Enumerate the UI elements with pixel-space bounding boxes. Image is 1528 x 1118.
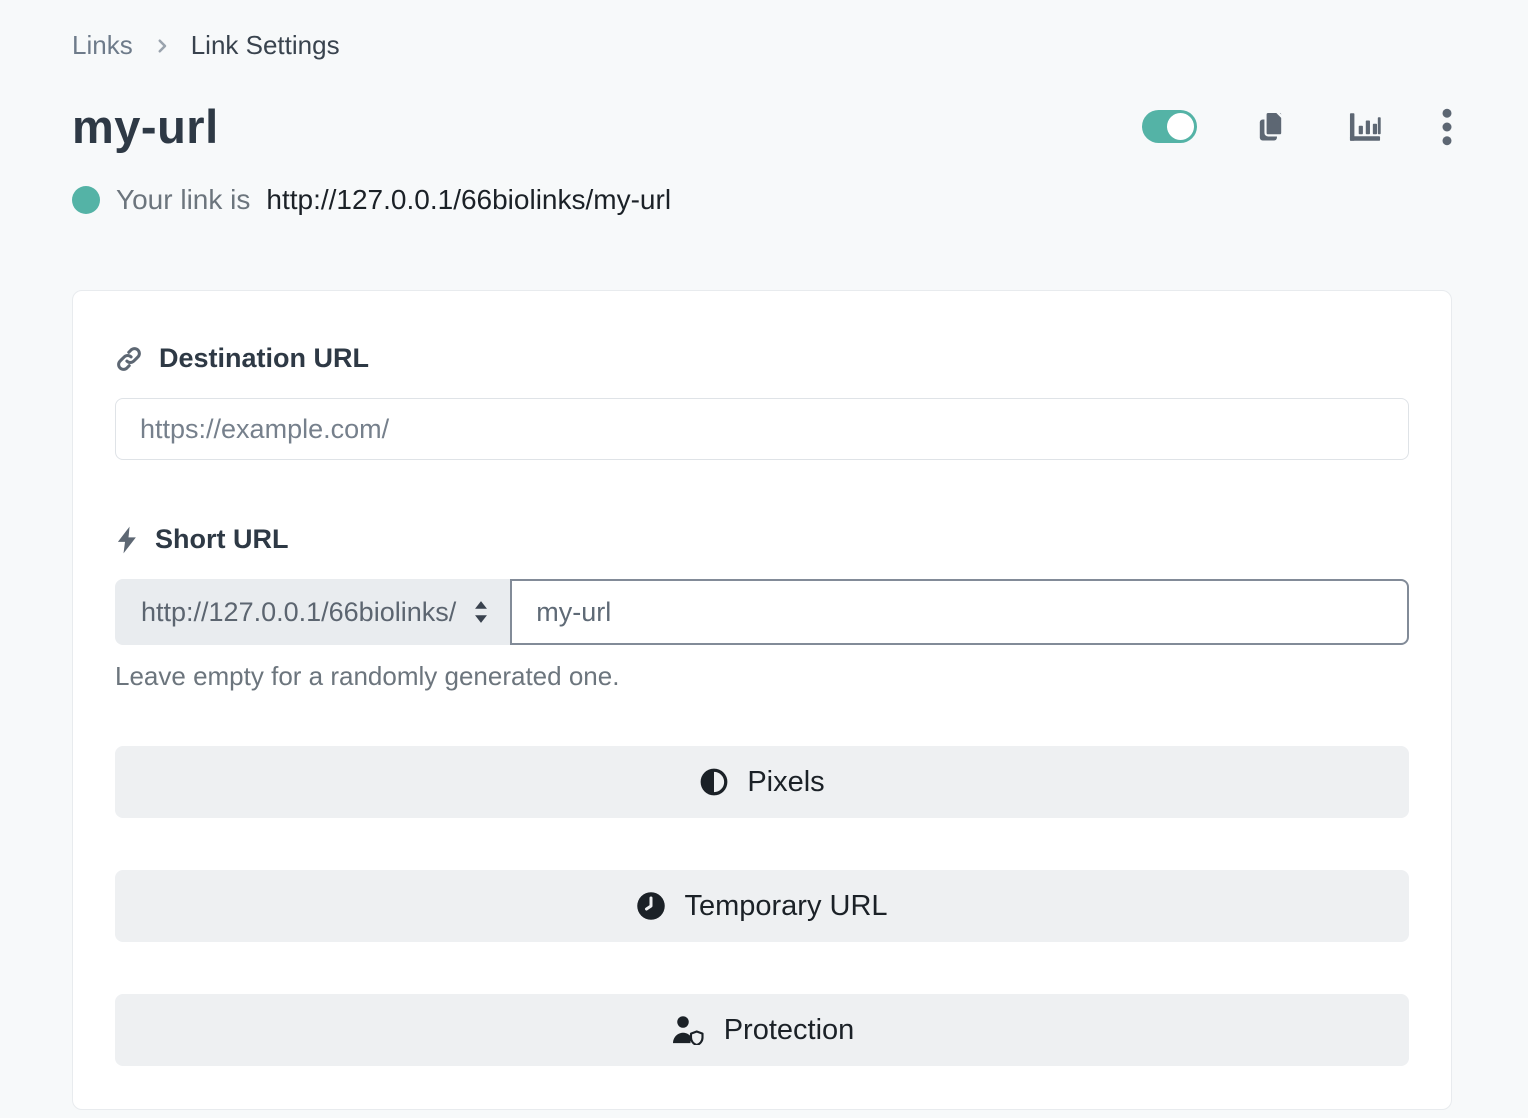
protection-button-label: Protection [724,1014,855,1047]
pixels-section-button[interactable]: Pixels [115,746,1409,818]
toggle-knob [1167,113,1194,140]
temporary-url-button-label: Temporary URL [684,890,887,923]
link-status-row: Your link is http://127.0.0.1/66biolinks… [72,184,1452,216]
chevron-right-icon [153,37,171,55]
short-link-url[interactable]: http://127.0.0.1/66biolinks/my-url [266,184,671,216]
short-url-label: Short URL [155,524,288,555]
more-options-button[interactable] [1442,108,1452,146]
link-icon [115,345,143,373]
short-url-input-group: http://127.0.0.1/66biolinks/ [115,579,1409,645]
circle-half-icon [699,767,729,797]
destination-url-label: Destination URL [159,343,369,374]
pixels-button-label: Pixels [747,766,824,799]
user-shield-icon [670,1015,706,1045]
clock-icon [636,891,666,921]
header-controls [1082,108,1452,146]
status-dot [72,186,100,214]
domain-select[interactable]: http://127.0.0.1/66biolinks/ [115,579,510,645]
page-title: my-url [72,99,219,154]
protection-section-button[interactable]: Protection [115,994,1409,1066]
copy-link-button[interactable] [1257,110,1288,143]
link-settings-card: Destination URL Short URL http://127.0.0… [72,290,1452,1110]
status-text: Your link is [116,184,250,216]
temporary-url-section-button[interactable]: Temporary URL [115,870,1409,942]
breadcrumb-links[interactable]: Links [72,30,133,61]
header-row: my-url [72,99,1452,154]
sort-caret-icon [470,599,492,625]
breadcrumb: Links Link Settings [72,30,1452,61]
bar-chart-icon [1348,111,1382,143]
statistics-button[interactable] [1348,111,1382,143]
kebab-menu-icon [1442,108,1452,146]
copy-icon [1257,110,1288,143]
toggle-track [1142,110,1197,143]
domain-select-value: http://127.0.0.1/66biolinks/ [141,597,456,628]
bolt-icon [115,526,139,554]
short-url-helper-text: Leave empty for a randomly generated one… [115,661,1409,692]
short-url-input[interactable] [510,579,1409,645]
breadcrumb-current: Link Settings [191,30,340,61]
short-url-label-row: Short URL [115,524,1409,555]
destination-url-input[interactable] [115,398,1409,460]
destination-url-label-row: Destination URL [115,343,1409,374]
link-enabled-toggle[interactable] [1142,110,1197,143]
link-settings-page: Links Link Settings my-url [0,0,1528,1110]
